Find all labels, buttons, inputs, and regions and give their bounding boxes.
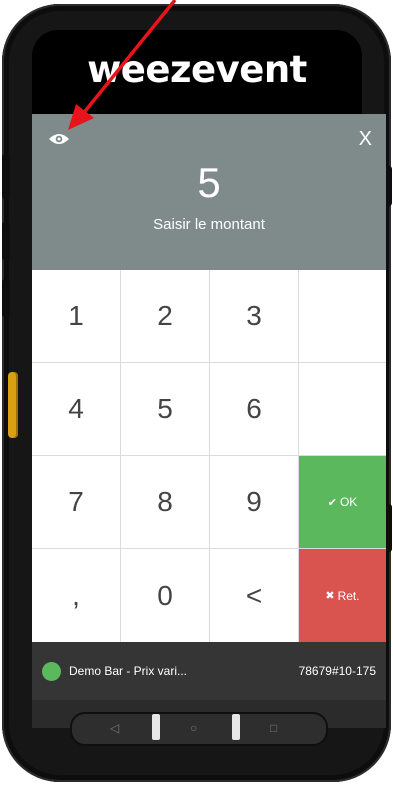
annotation-arrow-icon <box>68 0 177 130</box>
